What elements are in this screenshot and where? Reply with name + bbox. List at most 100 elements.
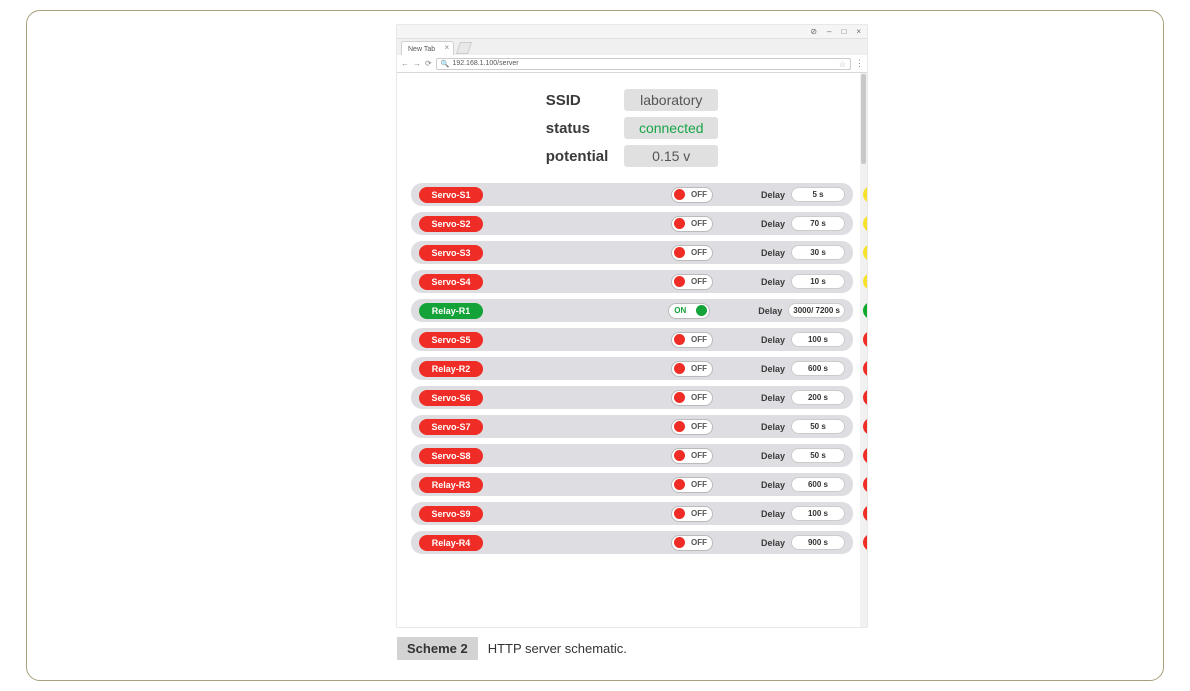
url-input[interactable]: 🔍 192.168.1.100/server ☆ bbox=[436, 58, 851, 70]
delay-value[interactable]: 30 s bbox=[791, 245, 845, 260]
device-row: Servo-S4 OFF Delay 10 s bbox=[411, 270, 853, 293]
browser-window: ⊘ – □ × New Tab ← → ⟳ 🔍 192.168.1.100/se… bbox=[397, 25, 867, 627]
caption-label: Scheme 2 bbox=[397, 637, 478, 660]
delay-label: Delay bbox=[761, 248, 785, 258]
delay-label: Delay bbox=[761, 538, 785, 548]
device-row: Servo-S8 OFF Delay 50 s bbox=[411, 444, 853, 467]
status-label: status bbox=[546, 120, 609, 137]
toggle-label: OFF bbox=[691, 509, 707, 518]
delay-value[interactable]: 3000/ 7200 s bbox=[788, 303, 845, 318]
device-name-pill: Relay-R4 bbox=[419, 535, 483, 551]
power-toggle[interactable]: OFF bbox=[671, 448, 713, 464]
delay-value[interactable]: 600 s bbox=[791, 477, 845, 492]
toggle-label: OFF bbox=[691, 248, 707, 257]
toggle-label: OFF bbox=[691, 393, 707, 402]
power-toggle[interactable]: OFF bbox=[671, 506, 713, 522]
delay-label: Delay bbox=[761, 393, 785, 403]
device-name-pill: Servo-S1 bbox=[419, 187, 483, 203]
delay-value[interactable]: 10 s bbox=[791, 274, 845, 289]
new-tab-button[interactable] bbox=[456, 42, 472, 54]
power-toggle[interactable]: OFF bbox=[671, 332, 713, 348]
device-name-pill: Servo-S9 bbox=[419, 506, 483, 522]
minimize-button[interactable]: – bbox=[827, 27, 831, 36]
device-row-body: Relay-R4 OFF Delay 900 s bbox=[411, 531, 853, 554]
power-toggle[interactable]: ON bbox=[668, 303, 710, 319]
device-row-body: Servo-S9 OFF Delay 100 s bbox=[411, 502, 853, 525]
forward-icon[interactable]: → bbox=[413, 59, 421, 68]
tab-title: New Tab bbox=[408, 46, 435, 53]
address-bar: ← → ⟳ 🔍 192.168.1.100/server ☆ ⋮ bbox=[397, 55, 867, 73]
power-toggle[interactable]: OFF bbox=[671, 274, 713, 290]
device-name-pill: Relay-R1 bbox=[419, 303, 483, 319]
toggle-label: OFF bbox=[691, 364, 707, 373]
status-value: connected bbox=[624, 117, 718, 139]
caption-text: HTTP server schematic. bbox=[488, 641, 627, 656]
device-name-pill: Servo-S8 bbox=[419, 448, 483, 464]
toggle-dot-icon bbox=[674, 450, 685, 461]
delay-label: Delay bbox=[761, 451, 785, 461]
device-row-body: Relay-R3 OFF Delay 600 s bbox=[411, 473, 853, 496]
device-row-body: Relay-R1ONDelay3000/ 7200 s bbox=[411, 299, 853, 322]
device-name-pill: Relay-R3 bbox=[419, 477, 483, 493]
delay-label: Delay bbox=[761, 480, 785, 490]
browser-tab[interactable]: New Tab bbox=[401, 41, 454, 55]
toggle-dot-icon bbox=[674, 334, 685, 345]
device-row: Relay-R3 OFF Delay 600 s bbox=[411, 473, 853, 496]
delay-value[interactable]: 200 s bbox=[791, 390, 845, 405]
power-toggle[interactable]: OFF bbox=[671, 216, 713, 232]
power-toggle[interactable]: OFF bbox=[671, 390, 713, 406]
device-name-pill: Servo-S2 bbox=[419, 216, 483, 232]
device-row: Servo-S2OFFDelay70 s bbox=[411, 212, 853, 235]
delay-value[interactable]: 600 s bbox=[791, 361, 845, 376]
toggle-dot-icon bbox=[674, 276, 685, 287]
device-rows: Servo-S1 OFF Delay 5 s Servo-S2 OFF Delay 70 s S… bbox=[411, 183, 853, 554]
figure-frame: ⊘ – □ × New Tab ← → ⟳ 🔍 192.168.1.100/se… bbox=[26, 10, 1164, 681]
power-toggle[interactable]: OFF bbox=[671, 535, 713, 551]
back-icon[interactable]: ← bbox=[401, 59, 409, 68]
toggle-label: OFF bbox=[691, 219, 707, 228]
device-row-body: Servo-S1OFFDelay5 s bbox=[411, 183, 853, 206]
device-name-pill: Servo-S4 bbox=[419, 274, 483, 290]
toggle-dot-icon bbox=[674, 537, 685, 548]
maximize-button[interactable]: □ bbox=[841, 27, 846, 36]
power-toggle[interactable]: OFF bbox=[671, 361, 713, 377]
toggle-label: OFF bbox=[691, 480, 707, 489]
device-row: Servo-S7OFFDelay50 s bbox=[411, 415, 853, 438]
delay-value[interactable]: 100 s bbox=[791, 506, 845, 521]
device-row: Servo-S5OFFDelay100 s bbox=[411, 328, 853, 351]
search-icon: 🔍 bbox=[441, 60, 450, 68]
device-row: Servo-S9 OFF Delay 100 s bbox=[411, 502, 853, 525]
tab-bar: New Tab bbox=[397, 39, 867, 55]
toggle-label: OFF bbox=[691, 277, 707, 286]
delay-value[interactable]: 70 s bbox=[791, 216, 845, 231]
window-titlebar: ⊘ – □ × bbox=[397, 25, 867, 39]
toggle-dot-icon bbox=[674, 218, 685, 229]
device-row-body: Servo-S4 OFF Delay 10 s bbox=[411, 270, 853, 293]
delay-value[interactable]: 900 s bbox=[791, 535, 845, 550]
delay-label: Delay bbox=[761, 335, 785, 345]
bookmark-icon[interactable]: ☆ bbox=[839, 60, 846, 69]
toggle-label: OFF bbox=[691, 422, 707, 431]
device-row-body: Relay-R2OFFDelay600 s bbox=[411, 357, 853, 380]
delay-value[interactable]: 5 s bbox=[791, 187, 845, 202]
reload-icon[interactable]: ⟳ bbox=[425, 59, 432, 68]
power-toggle[interactable]: OFF bbox=[671, 477, 713, 493]
close-button[interactable]: × bbox=[856, 27, 861, 36]
delay-value[interactable]: 100 s bbox=[791, 332, 845, 347]
delay-label: Delay bbox=[761, 509, 785, 519]
delay-value[interactable]: 50 s bbox=[791, 419, 845, 434]
power-toggle[interactable]: OFF bbox=[671, 245, 713, 261]
toggle-dot-icon bbox=[674, 363, 685, 374]
toggle-dot-icon bbox=[674, 421, 685, 432]
ssid-label: SSID bbox=[546, 92, 609, 109]
menu-icon[interactable]: ⋮ bbox=[855, 58, 863, 69]
delay-value[interactable]: 50 s bbox=[791, 448, 845, 463]
url-text: 192.168.1.100/server bbox=[452, 60, 518, 67]
toggle-label: OFF bbox=[691, 538, 707, 547]
power-toggle[interactable]: OFF bbox=[671, 187, 713, 203]
potential-label: potential bbox=[546, 148, 609, 165]
power-toggle[interactable]: OFF bbox=[671, 419, 713, 435]
delay-label: Delay bbox=[761, 422, 785, 432]
delay-label: Delay bbox=[761, 277, 785, 287]
scrollbar-thumb[interactable] bbox=[861, 74, 866, 164]
